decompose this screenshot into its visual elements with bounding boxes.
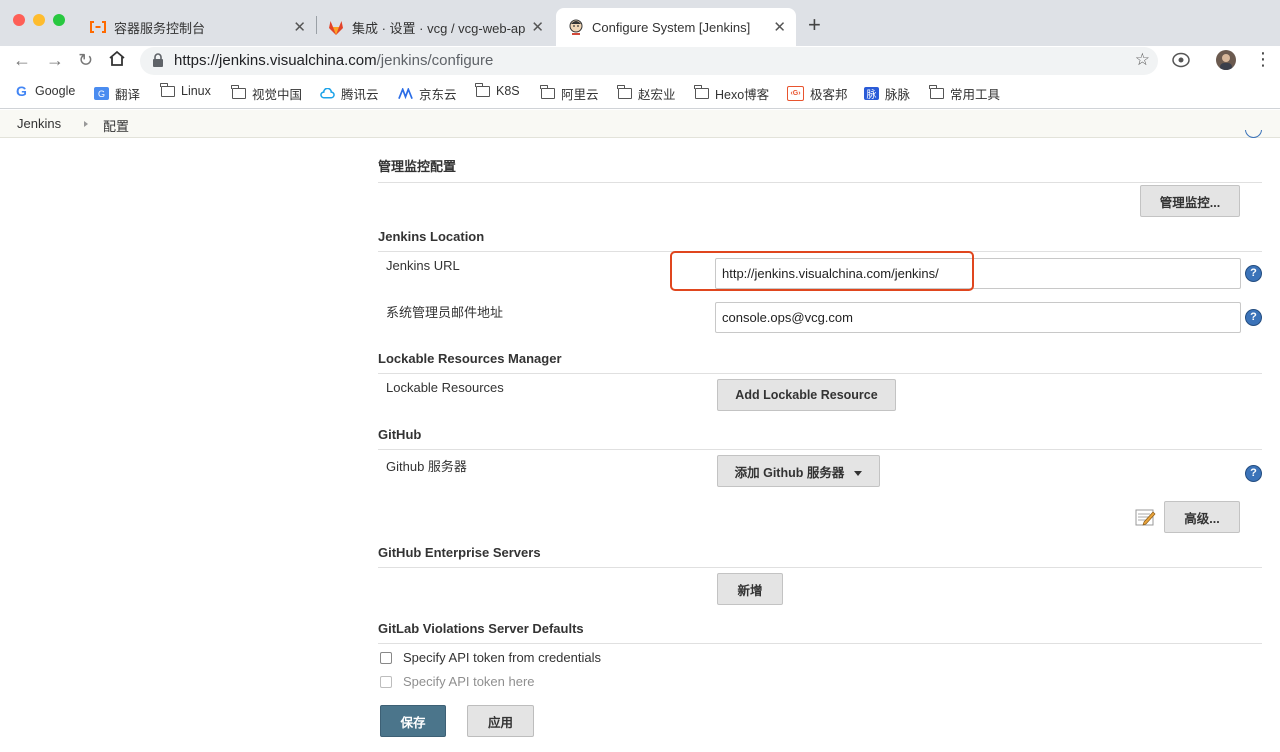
close-tab-icon[interactable]: ✕ [531,18,544,36]
url-path: /jenkins/configure [376,52,494,69]
address-bar: ← → ↻ https://jenkins.visualchina.com/je… [0,46,1280,76]
bookmark-translate[interactable]: G 翻译 [94,84,140,103]
dropdown-caret-icon [854,470,863,476]
bookmark-linux[interactable]: Linux [160,82,211,98]
bookmark-tools[interactable]: 常用工具 [929,84,1000,103]
translate-icon: G [94,87,109,100]
advanced-button[interactable]: 高级... [1164,501,1240,533]
jenkins-icon [568,19,584,35]
folder-icon [929,85,944,100]
bookmark-star-icon[interactable]: ☆ [1135,50,1150,70]
tab-divider [316,16,317,34]
api-token-here-checkbox[interactable] [380,676,392,688]
folder-icon [160,82,175,98]
close-tab-icon[interactable]: ✕ [773,18,786,36]
section-monitor-title: 管理监控配置 [378,156,1262,183]
tab-title: 集成 · 设置 · vcg / vcg-web-ap [352,20,526,36]
folder-icon [694,85,709,100]
browser-menu-icon[interactable]: ⋮ [1254,50,1272,68]
add-lockable-resource-button[interactable]: Add Lockable Resource [717,379,896,411]
tab-title: 容器服务控制台 [114,20,206,36]
extension-icon[interactable] [1172,52,1190,72]
api-token-credentials-checkbox[interactable] [380,652,392,664]
browser-tab-aliyun[interactable]: 容器服务控制台 ✕ [80,8,316,46]
admin-email-input[interactable] [715,302,1241,333]
minimize-window-button[interactable] [33,14,45,26]
help-icon[interactable]: ? [1245,309,1262,326]
bookmark-geekbang[interactable]: ‹G› 极客邦 [787,84,848,103]
bookmark-maimai[interactable]: 脉 脉脉 [864,84,910,103]
folder-icon [617,85,632,100]
api-token-here-label: Specify API token here [403,674,535,689]
profile-avatar[interactable] [1216,50,1236,70]
annotation-highlight-box [670,251,974,291]
aliyun-icon [90,19,106,35]
bookmark-zhaohongye[interactable]: 赵宏业 [617,84,676,103]
maximize-window-button[interactable] [53,14,65,26]
save-button[interactable]: 保存 [380,705,446,737]
reload-icon[interactable]: ↻ [78,50,93,71]
add-github-server-label: 添加 Github 服务器 [734,465,845,480]
jd-cloud-icon [398,87,413,100]
bookmark-hexo[interactable]: Hexo博客 [694,84,769,103]
breadcrumb-jenkins[interactable]: Jenkins [17,116,61,131]
folder-icon [540,85,555,100]
google-icon: G [16,83,27,99]
help-icon[interactable]: ? [1245,265,1262,282]
api-token-credentials-label: Specify API token from credentials [403,650,601,665]
bookmark-k8s[interactable]: K8S [475,82,520,98]
configure-form: 管理监控配置 管理监控... Jenkins Location Jenkins … [0,138,1280,752]
home-icon[interactable] [108,50,126,72]
add-github-server-button[interactable]: 添加 Github 服务器 [717,455,880,487]
folder-icon [231,85,246,100]
bookmark-tencent-cloud[interactable]: 腾讯云 [320,84,379,103]
breadcrumb-configure[interactable]: 配置 [103,116,129,135]
bookmark-google[interactable]: G Google [14,83,75,99]
manage-monitors-button[interactable]: 管理监控... [1140,185,1240,217]
help-icon[interactable]: ? [1245,465,1262,482]
bookmark-jd-cloud[interactable]: 京东云 [398,84,457,103]
gitlab-icon [328,19,344,35]
browser-tab-gitlab[interactable]: 集成 · 设置 · vcg / vcg-web-ap ✕ [318,8,554,46]
browser-tab-bar: 容器服务控制台 ✕ 集成 · 设置 · vcg / vcg-web-ap ✕ C… [0,0,1280,46]
bookmarks-bar: G Google G 翻译 Linux 视觉中国 腾讯云 京东云 K8S 阿里云… [0,76,1280,109]
breadcrumb: Jenkins 配置 [0,110,1280,138]
admin-email-label: 系统管理员邮件地址 [386,305,504,320]
new-tab-button[interactable]: + [808,12,821,38]
back-icon[interactable]: ← [13,50,31,71]
jenkins-url-label: Jenkins URL [386,258,460,273]
bookmark-aliyun[interactable]: 阿里云 [540,84,599,103]
section-github-title: GitHub [378,427,1262,450]
section-lockable-title: Lockable Resources Manager [378,351,1262,374]
geekbang-icon: ‹G› [787,86,804,101]
maimai-icon: 脉 [864,87,879,101]
lockable-resources-label: Lockable Resources [386,380,504,395]
section-gitlab-violations-title: GitLab Violations Server Defaults [378,621,1262,644]
url-host: https://jenkins.visualchina.com [174,52,377,69]
section-jenkins-location-title: Jenkins Location [378,229,1262,252]
close-tab-icon[interactable]: ✕ [293,18,306,36]
forward-icon[interactable]: → [46,50,64,71]
section-github-enterprise-title: GitHub Enterprise Servers [378,545,1262,568]
lock-icon [152,53,168,69]
breadcrumb-separator-icon [84,121,88,127]
url-field[interactable]: https://jenkins.visualchina.com/jenkins/… [140,47,1158,75]
apply-button[interactable]: 应用 [467,705,534,737]
notepad-icon [1135,507,1157,530]
browser-tab-jenkins[interactable]: Configure System [Jenkins] ✕ [556,8,796,46]
tencent-cloud-icon [320,87,335,100]
bookmark-visualchina[interactable]: 视觉中国 [231,84,302,103]
folder-icon [475,82,490,98]
tab-title: Configure System [Jenkins] [592,19,751,35]
close-window-button[interactable] [13,14,25,26]
add-enterprise-server-button[interactable]: 新增 [717,573,783,605]
github-servers-label: Github 服务器 [386,459,467,474]
